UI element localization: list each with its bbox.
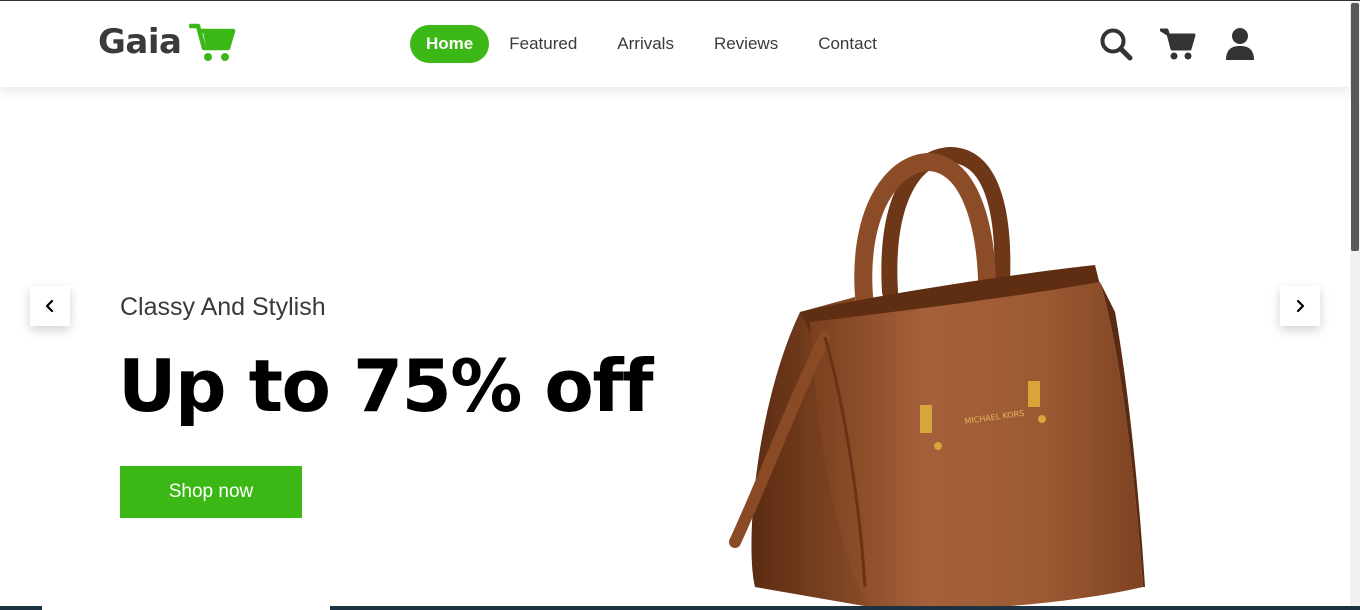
scrollbar-thumb[interactable] xyxy=(1351,3,1359,251)
nav-reviews[interactable]: Reviews xyxy=(694,25,798,63)
nav-home[interactable]: Home xyxy=(410,25,490,63)
logo[interactable]: Gaia xyxy=(98,21,237,63)
cart-icon xyxy=(1160,28,1196,60)
search-button[interactable] xyxy=(1098,25,1134,63)
nav-featured[interactable]: Featured xyxy=(489,25,597,63)
slider-prev-button[interactable] xyxy=(30,286,70,326)
nav-arrivals[interactable]: Arrivals xyxy=(597,25,694,63)
slider-next-button[interactable] xyxy=(1280,286,1320,326)
hero-slider: Classy And Stylish Up to 75% off Shop no… xyxy=(0,87,1350,610)
account-button[interactable] xyxy=(1222,25,1258,63)
next-section-segment xyxy=(42,606,330,610)
chevron-right-icon xyxy=(1296,299,1305,313)
shopping-cart-icon xyxy=(189,23,236,61)
next-section-edge xyxy=(0,606,1360,610)
handbag-image: MICHAEL KORS xyxy=(729,147,1145,610)
site-header: Gaia Home Featured Arrivals Reviews Cont… xyxy=(0,1,1350,87)
main-nav: Home Featured Arrivals Reviews Contact xyxy=(410,25,897,63)
vertical-scrollbar[interactable] xyxy=(1350,1,1360,610)
user-icon xyxy=(1226,28,1254,60)
chevron-left-icon xyxy=(45,299,54,313)
shop-now-button[interactable]: Shop now xyxy=(120,466,302,518)
page: Gaia Home Featured Arrivals Reviews Cont… xyxy=(0,0,1360,610)
search-icon xyxy=(1100,28,1133,61)
hero-subtitle: Classy And Stylish xyxy=(120,293,326,321)
hero-headline: Up to 75% off xyxy=(118,344,654,428)
nav-contact[interactable]: Contact xyxy=(798,25,897,63)
cart-button[interactable] xyxy=(1160,25,1196,63)
header-actions xyxy=(1098,25,1258,63)
logo-text: Gaia xyxy=(98,22,182,62)
